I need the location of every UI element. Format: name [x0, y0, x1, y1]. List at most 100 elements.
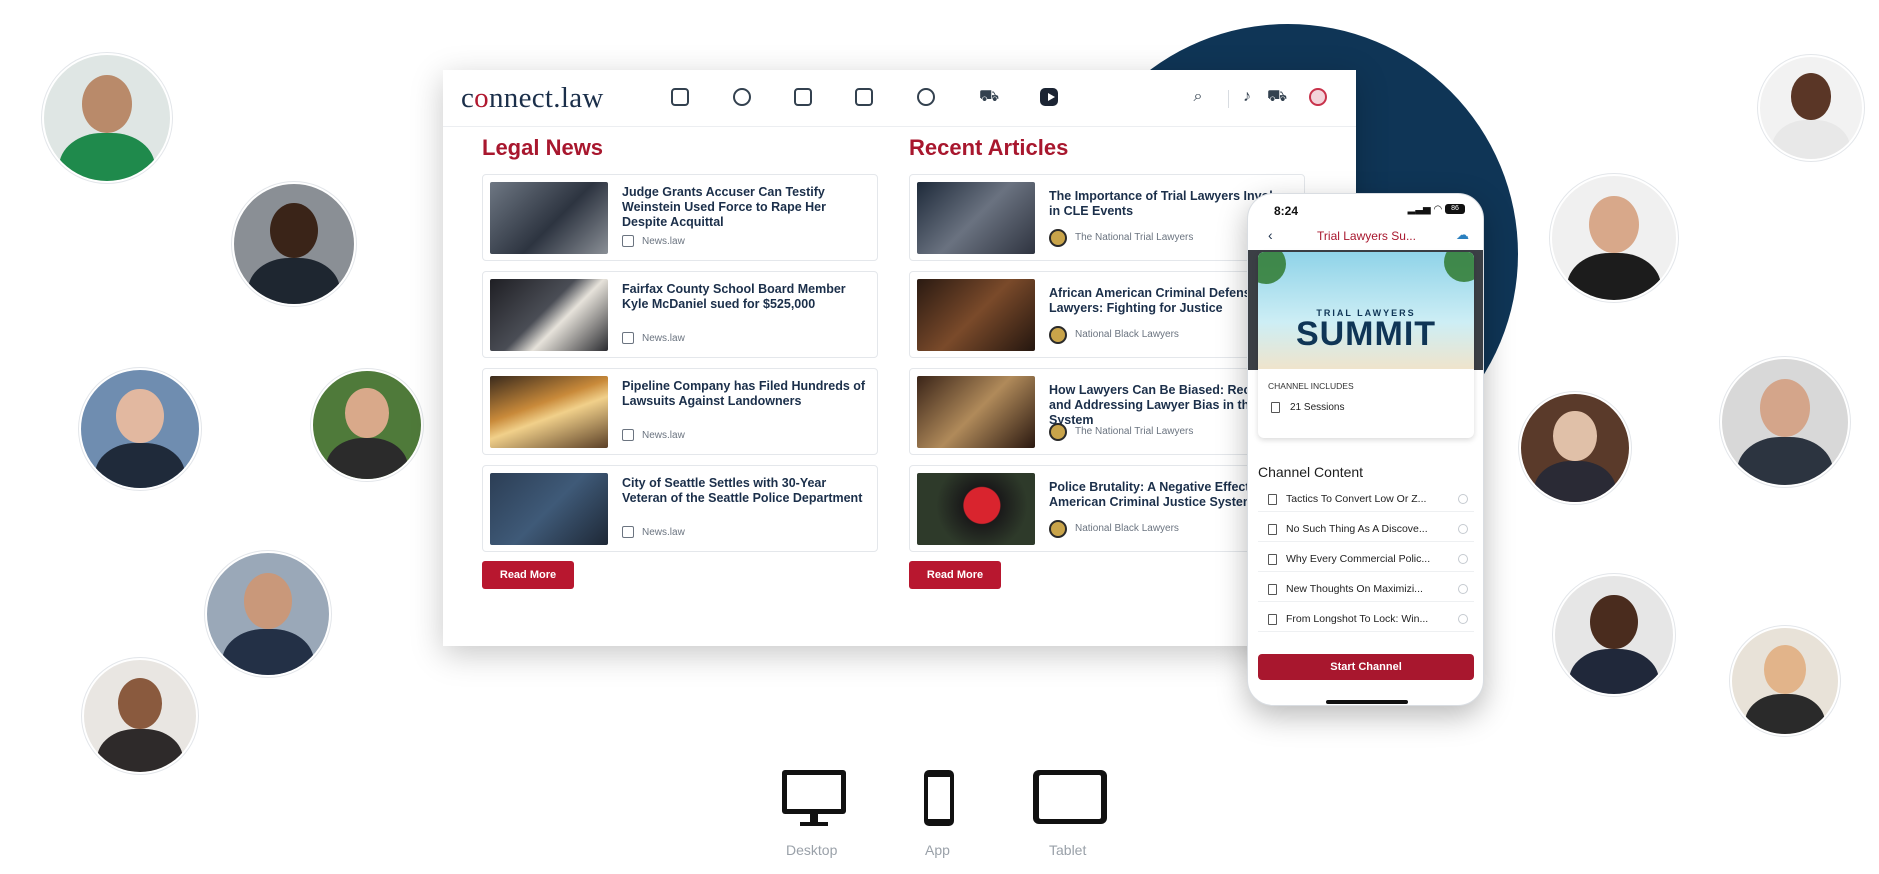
avatar — [42, 53, 172, 183]
news-title: Pipeline Company has Filed Hundreds of L… — [622, 379, 866, 408]
avatar — [79, 368, 201, 490]
profile-icon[interactable] — [1309, 88, 1327, 106]
radio-icon[interactable] — [1458, 524, 1468, 534]
home-indicator — [1326, 700, 1408, 704]
play-icon[interactable] — [1040, 88, 1058, 106]
radio-icon[interactable] — [1458, 584, 1468, 594]
document-icon — [1271, 402, 1280, 413]
article-thumbnail — [917, 376, 1035, 448]
sessions-count: 21 Sessions — [1290, 402, 1345, 413]
news-title: Judge Grants Accuser Can Testify Weinste… — [622, 185, 826, 229]
list-item[interactable]: No Such Thing As A Discove... — [1258, 517, 1474, 542]
news-thumbnail — [490, 182, 608, 254]
read-more-button[interactable]: Read More — [482, 561, 574, 589]
radio-icon[interactable] — [1458, 554, 1468, 564]
news-title: City of Seattle Settles with 30-Year Vet… — [622, 476, 863, 505]
avatar — [1730, 626, 1840, 736]
cart-icon[interactable]: ⛟ — [1267, 88, 1287, 106]
avatar — [1553, 574, 1675, 696]
news-card[interactable]: City of Seattle Settles with 30-Year Vet… — [482, 465, 878, 552]
article-card[interactable]: The Importance of Trial Lawyers Involv..… — [909, 174, 1305, 261]
palm-tree-icon — [1258, 252, 1286, 284]
avatar — [1550, 174, 1678, 302]
news-thumbnail — [490, 473, 608, 545]
radio-icon[interactable] — [1458, 614, 1468, 624]
list-item[interactable]: From Longshot To Lock: Win... — [1258, 607, 1474, 632]
news-card[interactable]: Pipeline Company has Filed Hundreds of L… — [482, 368, 878, 455]
summit-banner: TRIAL LAWYERS SUMMIT — [1258, 252, 1474, 369]
bug-icon[interactable] — [733, 88, 751, 106]
news-thumbnail — [490, 279, 608, 351]
banner-title: SUMMIT — [1295, 315, 1437, 353]
wifi-icon: ◠ — [1433, 204, 1445, 215]
seal-icon — [1049, 520, 1067, 538]
top-navigation-bar: connect.law ⛟ ⌕ ♪ ⛟ — [443, 70, 1356, 127]
newslaw-icon — [622, 235, 634, 247]
tablet-icon — [1033, 770, 1107, 824]
article-card[interactable]: African American Criminal Defense Lawyer… — [909, 271, 1305, 358]
channel-card: TRIAL LAWYERS SUMMIT CHANNEL INCLUDES 21… — [1258, 252, 1474, 438]
desktop-label: Desktop — [786, 842, 838, 858]
newslaw-icon — [622, 332, 634, 344]
newslaw-icon — [622, 429, 634, 441]
start-channel-button[interactable]: Start Channel — [1258, 654, 1474, 680]
channel-includes-label: CHANNEL INCLUDES — [1268, 381, 1354, 391]
article-card[interactable]: Police Brutality: A Negative Effect o...… — [909, 465, 1305, 552]
recent-articles-title: Recent Articles — [909, 135, 1069, 160]
app-label: App — [925, 842, 950, 858]
tablet-label: Tablet — [1049, 842, 1087, 858]
news-title: Fairfax County School Board Member Kyle … — [622, 282, 846, 311]
news-card[interactable]: Judge Grants Accuser Can Testify Weinste… — [482, 174, 878, 261]
phone-icon — [924, 770, 954, 826]
calendar-icon[interactable] — [794, 88, 812, 106]
seal-icon — [1049, 326, 1067, 344]
battery-icon: 86 — [1445, 204, 1465, 215]
status-icons: ▂▃▅ ◠ 86 — [1408, 204, 1465, 215]
avatar — [232, 182, 356, 306]
avatar — [1519, 392, 1631, 504]
avatar — [1758, 55, 1864, 161]
divider — [1228, 90, 1229, 108]
list-item[interactable]: New Thoughts On Maximizi... — [1258, 577, 1474, 602]
channel-content-title: Channel Content — [1258, 464, 1364, 480]
globe-icon[interactable] — [917, 88, 935, 106]
news-thumbnail — [490, 376, 608, 448]
desktop-icon — [782, 770, 846, 826]
document-icon — [1268, 584, 1277, 595]
avatar — [311, 369, 423, 481]
cart-icon[interactable]: ⛟ — [979, 88, 999, 106]
article-card[interactable]: How Lawyers Can Be Biased: Recog... and … — [909, 368, 1305, 455]
avatar — [1720, 357, 1850, 487]
article-thumbnail — [917, 182, 1035, 254]
document-icon — [1268, 524, 1277, 535]
download-icon[interactable]: ☁ — [1456, 227, 1469, 243]
seal-icon — [1049, 423, 1067, 441]
radio-icon[interactable] — [1458, 494, 1468, 504]
document-icon — [1268, 494, 1277, 505]
activity-icon[interactable] — [671, 88, 689, 106]
newspaper-icon[interactable] — [855, 88, 873, 106]
logo[interactable]: connect.law — [461, 82, 604, 115]
back-icon[interactable]: ‹ — [1268, 227, 1273, 243]
status-time: 8:24 — [1274, 204, 1299, 218]
avatar — [205, 551, 331, 677]
palm-tree-icon — [1444, 252, 1474, 282]
news-card[interactable]: Fairfax County School Board Member Kyle … — [482, 271, 878, 358]
document-icon — [1268, 554, 1277, 565]
seal-icon — [1049, 229, 1067, 247]
phone-app-mockup: 8:24 ▂▃▅ ◠ 86 Trial Lawyers Su... ‹ ☁ TR… — [1247, 193, 1484, 706]
logo-seal-icon: o — [474, 82, 489, 114]
list-item[interactable]: Tactics To Convert Low Or Z... — [1258, 487, 1474, 512]
desktop-window: connect.law ⛟ ⌕ ♪ ⛟ Legal News Judge Gra… — [443, 70, 1356, 646]
list-item[interactable]: Why Every Commercial Polic... — [1258, 547, 1474, 572]
document-icon — [1268, 614, 1277, 625]
legal-news-title: Legal News — [482, 135, 604, 160]
signal-icon: ▂▃▅ — [1407, 204, 1434, 215]
article-thumbnail — [917, 473, 1035, 545]
read-more-button[interactable]: Read More — [909, 561, 1001, 589]
search-icon[interactable]: ⌕ — [1189, 88, 1207, 106]
bell-icon[interactable]: ♪ — [1238, 88, 1256, 106]
channel-title: Trial Lawyers Su... — [1317, 229, 1416, 243]
newslaw-icon — [622, 526, 634, 538]
article-thumbnail — [917, 279, 1035, 351]
